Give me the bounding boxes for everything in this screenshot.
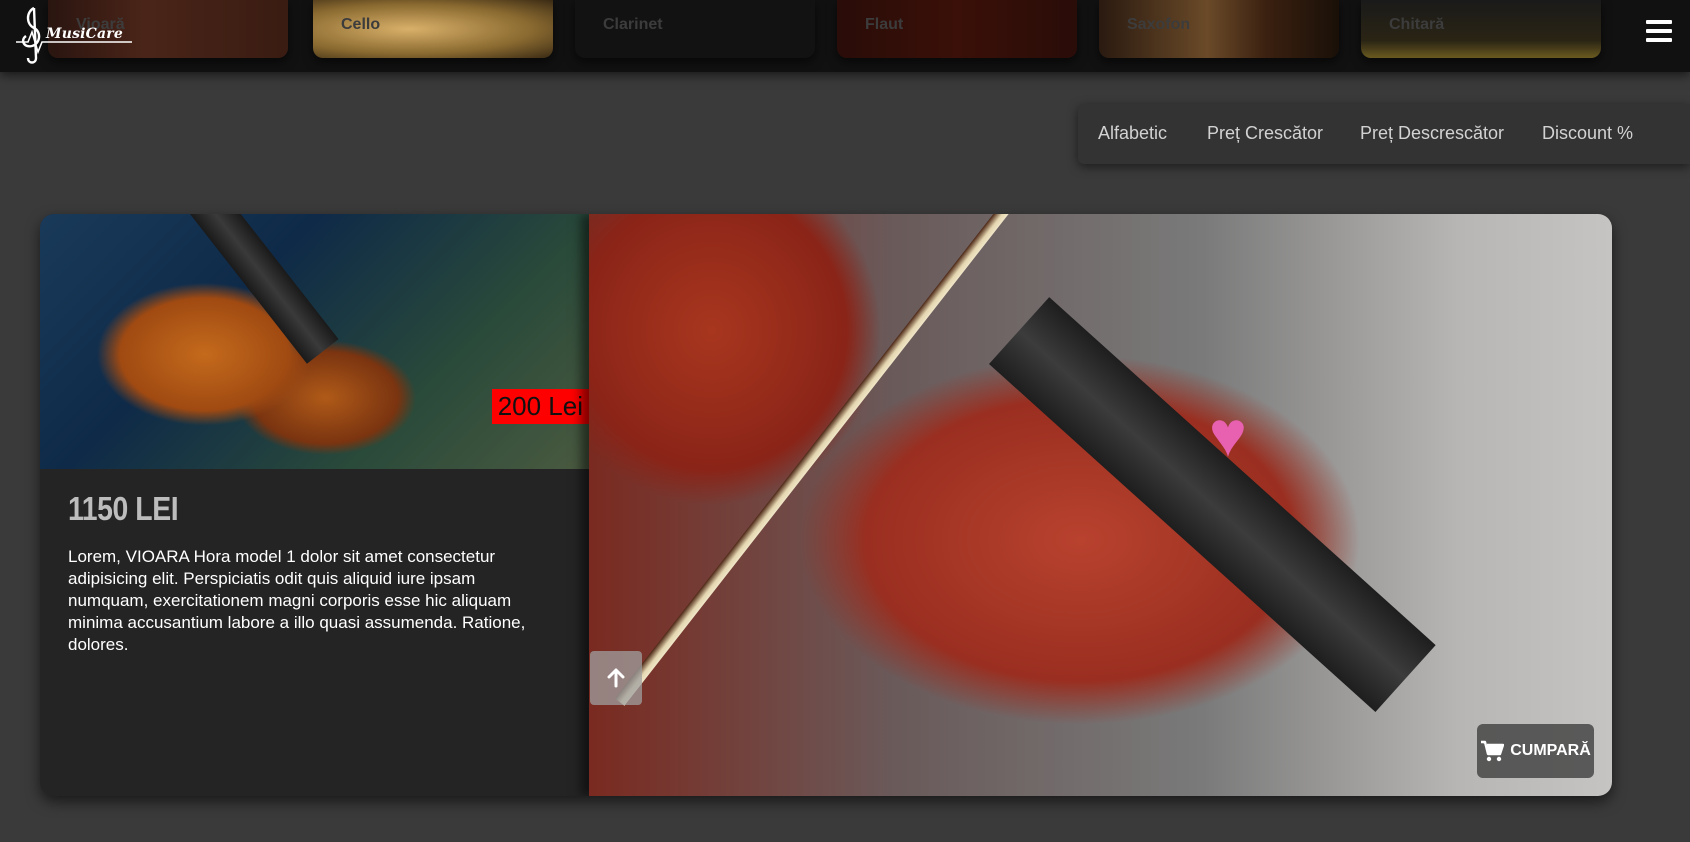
category-tile-clarinet[interactable]: Clarinet bbox=[575, 0, 815, 58]
product-large-image: ♥ bbox=[589, 214, 1612, 796]
category-tile-flaut[interactable]: Flaut bbox=[837, 0, 1077, 58]
product-thumbnail-image: 200 Lei bbox=[40, 214, 589, 469]
category-tile-saxofon[interactable]: Saxofon bbox=[1099, 0, 1339, 58]
buy-button-label: CUMPARĂ bbox=[1510, 742, 1591, 759]
category-label: Flaut bbox=[865, 16, 904, 33]
musicare-logo[interactable]: MusiCare bbox=[14, 2, 144, 66]
scroll-to-top-button[interactable] bbox=[590, 651, 642, 705]
arrow-up-icon bbox=[607, 668, 625, 688]
buy-button[interactable]: CUMPARĂ bbox=[1477, 724, 1594, 778]
product-price: 1150 LEI bbox=[68, 490, 179, 527]
heart-sticker-icon: ♥ bbox=[1209, 398, 1247, 470]
violin-fingerboard-graphic bbox=[989, 297, 1436, 712]
category-label: Saxofon bbox=[1127, 16, 1191, 33]
violin-neck-graphic bbox=[190, 214, 339, 364]
sort-price-descending-button[interactable]: Preț Descrescător bbox=[1360, 123, 1504, 144]
sort-alphabetic-button[interactable]: Alfabetic bbox=[1098, 123, 1167, 144]
category-label: Clarinet bbox=[603, 16, 663, 33]
top-navigation-bar: Vioară Cello Clarinet Flaut Saxofon Chit… bbox=[0, 0, 1690, 72]
logo-text: MusiCare bbox=[46, 26, 123, 42]
category-tile-chitara[interactable]: Chitară bbox=[1361, 0, 1601, 58]
violin-bow-graphic bbox=[614, 214, 1019, 706]
category-label: Cello bbox=[341, 16, 381, 33]
product-description: Lorem, VIOARA Hora model 1 dolor sit ame… bbox=[68, 547, 526, 654]
old-price-badge: 200 Lei bbox=[491, 389, 589, 424]
product-card: 200 Lei 1150 LEI Lorem, VIOARA Hora mode… bbox=[40, 214, 1612, 796]
category-label: Chitară bbox=[1389, 16, 1445, 33]
hamburger-icon[interactable] bbox=[1646, 20, 1672, 42]
sort-price-ascending-button[interactable]: Preț Crescător bbox=[1207, 123, 1323, 144]
cart-icon bbox=[1481, 740, 1505, 762]
sort-bar: Alfabetic Preț Crescător Preț Descrescăt… bbox=[1078, 104, 1690, 164]
category-tile-cello[interactable]: Cello bbox=[313, 0, 553, 58]
sort-discount-button[interactable]: Discount % bbox=[1542, 123, 1633, 144]
